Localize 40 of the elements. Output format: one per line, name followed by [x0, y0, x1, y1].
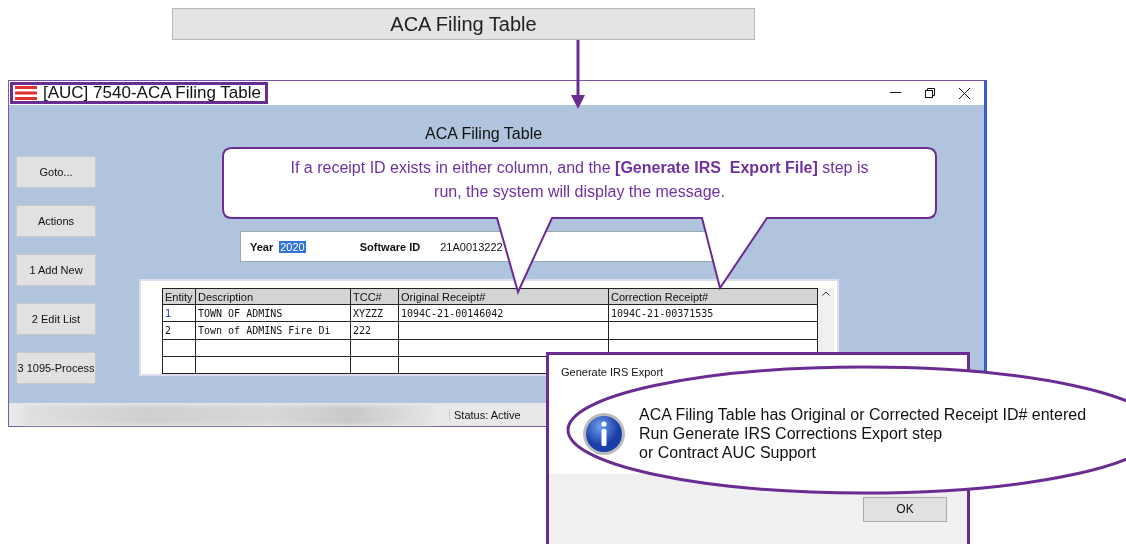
- table-cell: 222: [350, 321, 399, 339]
- side-button[interactable]: Goto...: [16, 156, 96, 188]
- status-text: Status: Active: [449, 408, 521, 421]
- dialog-message: ACA Filing Table has Original or Corrected Receipt ID# entered: [639, 405, 1087, 424]
- dialog-title: Generate IRS Export: [561, 366, 664, 378]
- column-header: TCC#: [350, 288, 399, 305]
- column-header: Original Receipt#: [398, 288, 609, 305]
- ok-button[interactable]: OK: [863, 496, 947, 522]
- dialog-message: or Contract AUC Support: [639, 443, 817, 462]
- app-logo-icon: [15, 86, 37, 100]
- dialog-message: Run Generate IRS Corrections Export step: [639, 424, 944, 443]
- table-cell: 1094C-21-00371535: [608, 304, 818, 322]
- banner-title: ACA Filing Table: [172, 8, 755, 40]
- scrollbar[interactable]: [818, 288, 834, 355]
- side-button[interactable]: 3 1095-Process: [16, 352, 96, 384]
- column-header: Description: [195, 288, 351, 305]
- column-header: Correction Receipt#: [608, 288, 818, 305]
- table-cell: Town of ADMINS Fire Di: [195, 321, 351, 339]
- column-header: Entity: [162, 288, 196, 305]
- year-field[interactable]: 2020: [279, 240, 306, 253]
- table-cell: 2: [162, 321, 196, 339]
- close-icon[interactable]: [959, 87, 970, 99]
- screen-heading: ACA Filing Table: [425, 125, 543, 143]
- software-id-value: 21A0013222: [440, 240, 503, 253]
- table-cell: TOWN OF ADMINS: [195, 304, 351, 322]
- year-label: Year: [250, 240, 274, 253]
- side-button[interactable]: 2 Edit List: [16, 303, 96, 335]
- callout-text: If a receipt ID exists in either column, and the [Generate IRS Export File] step is run, the system will display the message.: [289, 158, 870, 202]
- table-cell: XYZZZ: [350, 304, 399, 322]
- table-cell: 1: [162, 304, 196, 322]
- down-arrow: [570, 40, 586, 110]
- side-button[interactable]: Actions: [16, 205, 96, 237]
- table-cell: 1094C-21-00146042: [398, 304, 609, 322]
- software-id-label: Software ID: [359, 240, 421, 253]
- minimize-icon[interactable]: [890, 92, 901, 94]
- window-title: [AUC] 7540-ACA Filing Table: [43, 83, 261, 103]
- restore-icon[interactable]: [925, 88, 935, 98]
- side-button[interactable]: 1 Add New: [16, 254, 96, 286]
- scroll-up-icon[interactable]: [822, 291, 830, 296]
- info-icon: [582, 411, 626, 456]
